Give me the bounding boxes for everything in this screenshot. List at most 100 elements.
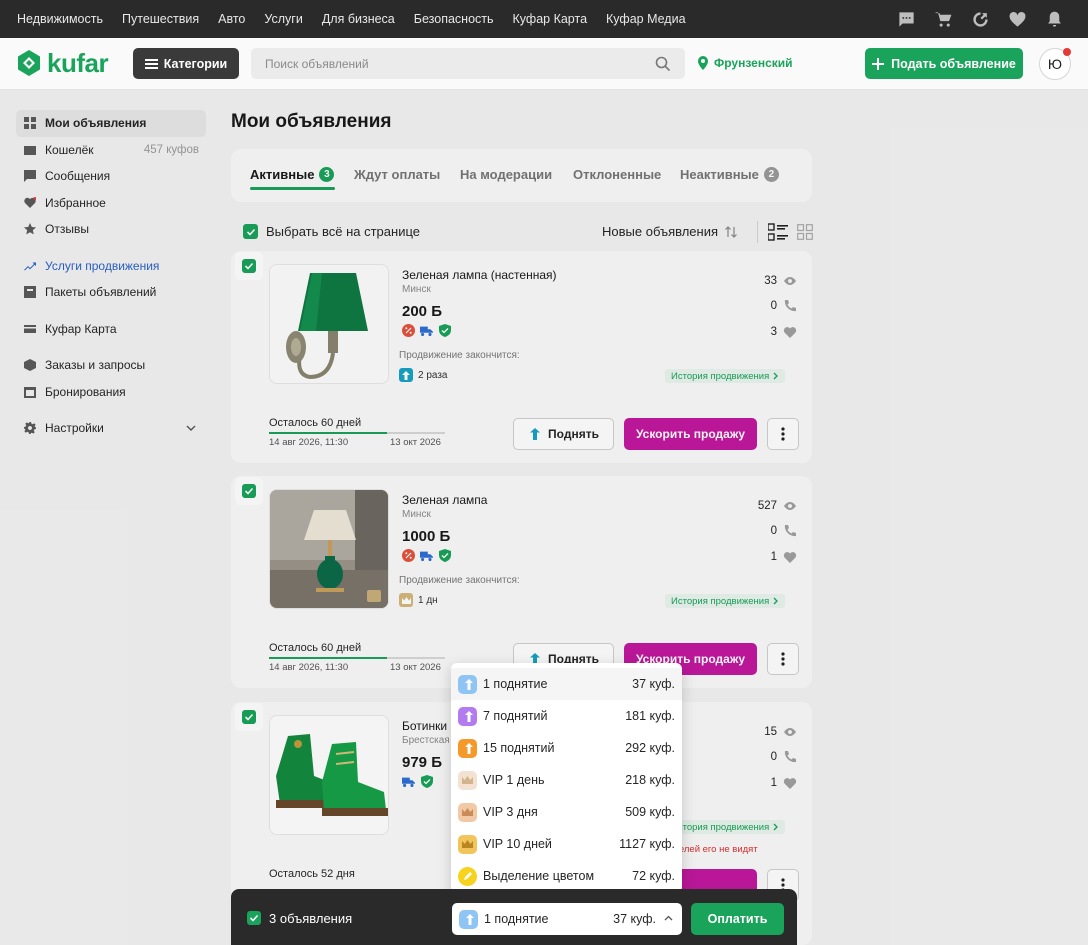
select-all-label[interactable]: Выбрать всё на странице bbox=[266, 224, 420, 239]
post-ad-button[interactable]: Подать объявление bbox=[865, 48, 1023, 79]
select-all-checkbox[interactable] bbox=[243, 224, 258, 239]
sidebar-item-messages[interactable]: Сообщения bbox=[16, 163, 206, 190]
promo-option[interactable]: 7 поднятий 181 куф. bbox=[451, 700, 682, 732]
sidebar-item-label: Избранное bbox=[45, 195, 106, 210]
promo-option-name: 7 поднятий bbox=[483, 709, 548, 723]
promo-option-name: VIP 1 день bbox=[483, 773, 545, 787]
listing-checkbox[interactable] bbox=[235, 703, 263, 731]
listing-photo-wall-lamp[interactable] bbox=[269, 264, 389, 384]
boost-sale-button[interactable]: Ускорить продажу bbox=[624, 418, 757, 450]
listing-photo-table-lamp[interactable] bbox=[269, 489, 389, 609]
top-nav: Недвижимость Путешествия Авто Услуги Для… bbox=[0, 0, 1088, 38]
promo-select[interactable]: 1 поднятие 37 куф. bbox=[452, 903, 682, 935]
promo-option[interactable]: 1 поднятие 37 куф. bbox=[451, 668, 682, 700]
promo-option[interactable]: VIP 1 день 218 куф. bbox=[451, 764, 682, 796]
promo-history-link[interactable]: История продвижения bbox=[665, 594, 786, 608]
tab-active[interactable]: Активные 3 bbox=[250, 167, 335, 182]
grid-view-icon[interactable] bbox=[797, 224, 813, 240]
sidebar-item-settings[interactable]: Настройки bbox=[16, 415, 206, 442]
top-link-travel[interactable]: Путешествия bbox=[122, 12, 199, 26]
sidebar-item-kufar-card[interactable]: Куфар Карта bbox=[16, 316, 206, 343]
sidebar-item-promotion-services[interactable]: Услуги продвижения bbox=[16, 253, 206, 280]
list-view-icon[interactable] bbox=[768, 223, 788, 241]
top-link-kufar-card[interactable]: Куфар Карта bbox=[513, 12, 588, 26]
bulk-select-checkbox[interactable] bbox=[247, 911, 261, 925]
listing-card[interactable]: Зеленая лампа (настенная) Минск 200 Б Пр… bbox=[231, 251, 812, 463]
sort-dropdown[interactable]: Новые объявления bbox=[602, 224, 738, 239]
sidebar-item-label: Куфар Карта bbox=[45, 321, 117, 336]
promo-option-name: VIP 10 дней bbox=[483, 837, 552, 851]
bell-icon[interactable] bbox=[1045, 10, 1064, 29]
promo-option-price: 181 куф. bbox=[625, 709, 675, 723]
tab-awaiting-payment[interactable]: Ждут оплаты bbox=[354, 167, 440, 182]
top-link-business[interactable]: Для бизнеса bbox=[322, 12, 395, 26]
card-icon bbox=[24, 323, 36, 335]
search-input[interactable] bbox=[251, 48, 685, 79]
tab-label: Неактивные bbox=[680, 167, 759, 182]
tab-label: Отклоненные bbox=[573, 167, 662, 182]
sidebar-item-wallet[interactable]: Кошелёк 457 куфов bbox=[16, 137, 206, 164]
location-selector[interactable]: Фрунзенский bbox=[697, 56, 793, 70]
avatar[interactable]: Ю bbox=[1039, 48, 1071, 80]
listing-checkbox[interactable] bbox=[235, 252, 263, 280]
categories-button[interactable]: Категории bbox=[133, 48, 239, 79]
listing-title[interactable]: Зеленая лампа (настенная) bbox=[402, 268, 557, 282]
tab-inactive[interactable]: Неактивные 2 bbox=[680, 167, 779, 182]
listing-price: 979 Б bbox=[402, 754, 442, 771]
listing-card[interactable]: Зеленая лампа Минск 1000 Б Продвижение з… bbox=[231, 476, 812, 688]
tab-count-badge: 2 bbox=[763, 167, 779, 182]
chevron-up-icon bbox=[664, 915, 673, 921]
chevron-right-icon bbox=[773, 823, 779, 831]
tab-rejected[interactable]: Отклоненные bbox=[573, 167, 661, 182]
listing-photo-boots[interactable] bbox=[269, 715, 389, 835]
calls-count: 0 bbox=[770, 300, 777, 313]
sidebar-item-bookings[interactable]: Бронирования bbox=[16, 379, 206, 406]
status-tabs: Активные 3 Ждут оплаты На модерации Откл… bbox=[231, 149, 812, 202]
promo-option-price: 509 куф. bbox=[625, 805, 675, 819]
top-link-kufar-media[interactable]: Куфар Медиа bbox=[606, 12, 686, 26]
raise-button[interactable]: Поднять bbox=[513, 418, 614, 450]
sidebar-item-packages[interactable]: Пакеты объявлений bbox=[16, 279, 206, 306]
listing-checkbox[interactable] bbox=[235, 477, 263, 505]
top-link-realty[interactable]: Недвижимость bbox=[17, 12, 103, 26]
listing-title[interactable]: Зеленая лампа bbox=[402, 493, 487, 507]
search-icon[interactable] bbox=[655, 56, 671, 72]
chevron-down-icon[interactable] bbox=[186, 423, 196, 433]
raise-label: Поднять bbox=[548, 427, 599, 441]
promo-history-link[interactable]: История продвижения bbox=[665, 369, 786, 383]
promo-option[interactable]: VIP 10 дней 1127 куф. bbox=[451, 828, 682, 860]
listing-title[interactable]: Ботинки bbox=[402, 719, 447, 733]
chat-icon[interactable] bbox=[897, 10, 916, 29]
promo-option[interactable]: VIP 3 дня 509 куф. bbox=[451, 796, 682, 828]
heart-icon[interactable] bbox=[1008, 10, 1027, 29]
pay-button[interactable]: Оплатить bbox=[691, 903, 784, 935]
sidebar-item-my-ads[interactable]: Мои объявления bbox=[16, 110, 206, 137]
promo-option[interactable]: 15 поднятий 292 куф. bbox=[451, 732, 682, 764]
promo-option-price: 218 куф. bbox=[625, 773, 675, 787]
more-options-button[interactable] bbox=[767, 418, 799, 450]
cart-icon[interactable] bbox=[934, 10, 953, 29]
promo-option-name: 1 поднятие bbox=[483, 677, 548, 691]
sidebar-item-favorites[interactable]: Избранное bbox=[16, 190, 206, 217]
top-link-security[interactable]: Безопасность bbox=[414, 12, 494, 26]
delivery-icon bbox=[420, 549, 433, 562]
top-link-auto[interactable]: Авто bbox=[218, 12, 245, 26]
discount-icon bbox=[402, 549, 415, 562]
compare-icon[interactable] bbox=[971, 10, 990, 29]
kebab-menu-icon bbox=[781, 427, 785, 441]
sidebar-item-reviews[interactable]: Отзывы bbox=[16, 216, 206, 243]
promo-history-link[interactable]: История продвижения bbox=[665, 820, 786, 834]
sidebar-item-orders[interactable]: Заказы и запросы bbox=[16, 352, 206, 379]
eye-icon bbox=[784, 501, 796, 510]
promo-option[interactable]: Выделение цветом 72 куф. bbox=[451, 860, 682, 892]
listing-stats: 33 0 3 bbox=[737, 268, 797, 345]
more-options-button[interactable] bbox=[767, 643, 799, 675]
crown-icon bbox=[458, 834, 477, 854]
kebab-menu-icon bbox=[781, 652, 785, 666]
kufar-logo[interactable]: kufar bbox=[15, 48, 109, 78]
listing-stats: 527 0 1 bbox=[737, 493, 797, 570]
tab-moderation[interactable]: На модерации bbox=[460, 167, 552, 182]
discount-icon bbox=[402, 324, 415, 337]
top-link-services[interactable]: Услуги bbox=[264, 12, 302, 26]
menu-icon bbox=[144, 58, 158, 69]
